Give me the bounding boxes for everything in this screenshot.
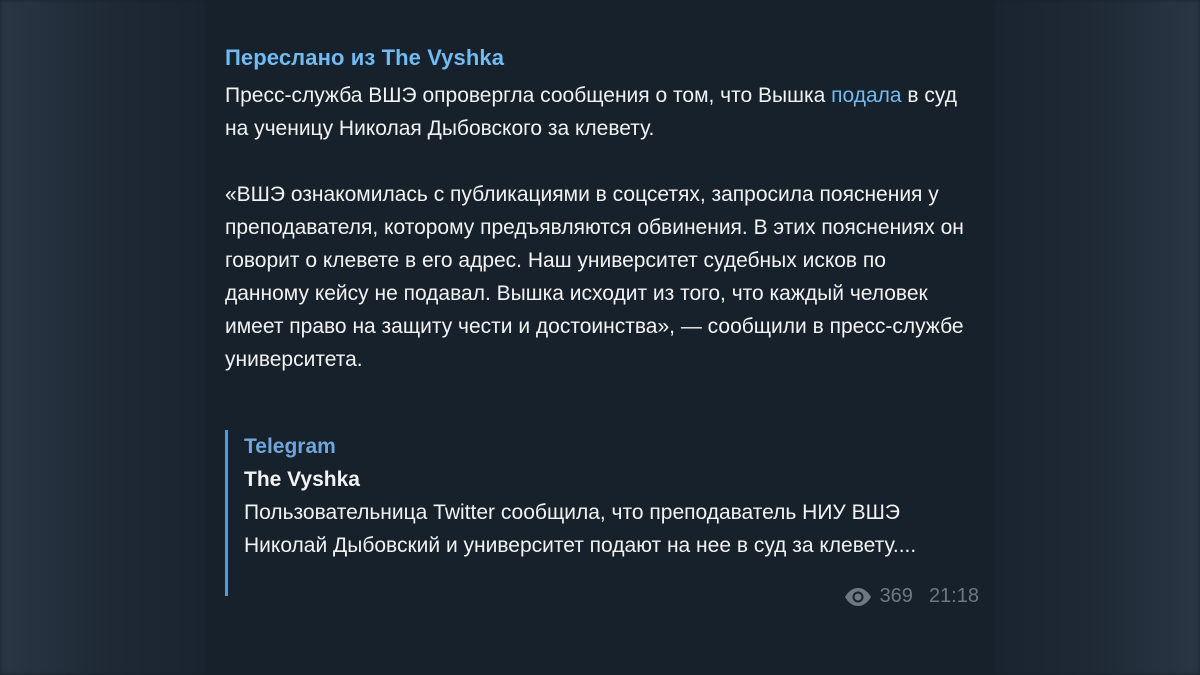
message-quote-paragraph: «ВШЭ ознакомилась с публикациями в соцсе… [225, 183, 964, 371]
view-count: 369 [879, 585, 913, 607]
message-time: 21:18 [928, 585, 979, 607]
blurred-background-left [0, 0, 205, 675]
preview-description: Пользовательница Twitter сообщила, что п… [244, 501, 917, 557]
message-paragraph: Пресс-служба ВШЭ опровергла сообщения о … [225, 79, 975, 145]
forwarded-from-header[interactable]: Переслано из The Vyshka [225, 45, 504, 71]
blurred-background-right [995, 0, 1200, 675]
inline-link[interactable]: подала [831, 84, 901, 107]
message-bubble: Переслано из The Vyshka Пресс-служба ВШЭ… [205, 0, 995, 675]
preview-title: The Vyshka [244, 468, 360, 491]
message-meta: 369 21:18 [844, 585, 979, 608]
message-text: Пресс-служба ВШЭ опровергла сообщения о … [225, 79, 975, 376]
preview-site-name: Telegram [244, 435, 336, 458]
link-preview[interactable]: Telegram The Vyshka Пользовательница Twi… [225, 430, 975, 596]
eye-icon [844, 587, 872, 607]
paragraph-text: Пресс-служба ВШЭ опровергла сообщения о … [225, 84, 832, 107]
